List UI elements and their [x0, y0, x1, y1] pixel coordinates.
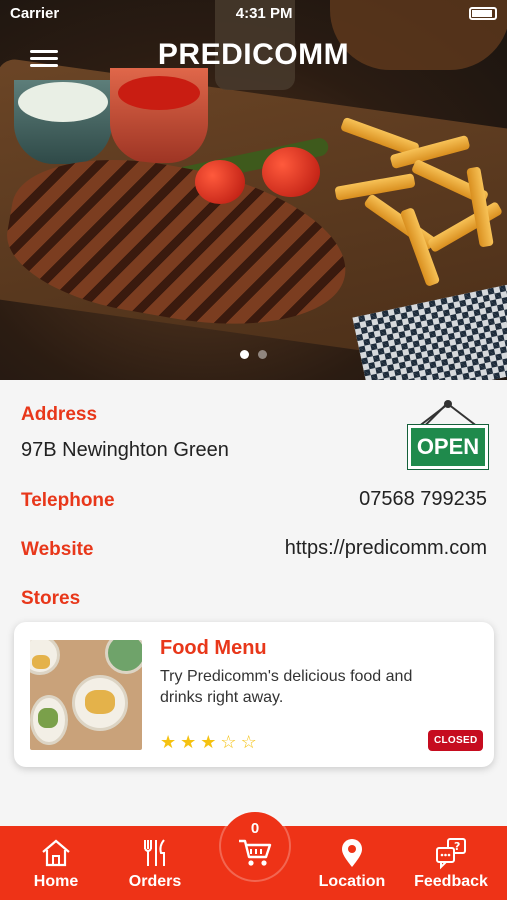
address-value: 97B Newinghton Green: [21, 439, 229, 461]
open-sign-label: OPEN: [407, 424, 489, 470]
clock-label: 4:31 PM: [235, 4, 293, 22]
star-filled-icon: ★: [160, 732, 177, 752]
star-filled-icon: ★: [180, 732, 197, 752]
website-label: Website: [21, 539, 94, 560]
tab-feedback-label: Feedback: [414, 873, 488, 890]
feedback-icon: ?: [436, 838, 466, 870]
tab-home[interactable]: Home: [11, 836, 101, 891]
tab-orders-label: Orders: [128, 873, 182, 890]
website-value[interactable]: https://predicomm.com: [285, 537, 487, 560]
store-card[interactable]: Food Menu Try Predicomm's delicious food…: [14, 622, 494, 767]
sauce-bowl-image: [14, 80, 112, 164]
rating-stars: ★ ★ ★ ☆ ☆: [160, 732, 257, 752]
cart-count: 0: [250, 820, 260, 837]
carousel-dot-2[interactable]: [258, 350, 267, 359]
tab-orders[interactable]: Orders: [110, 836, 200, 891]
location-pin-icon: [342, 839, 362, 867]
tomato-image: [195, 160, 245, 204]
cart-icon: [239, 839, 272, 866]
star-empty-icon: ☆: [220, 732, 237, 752]
open-sign: OPEN: [398, 385, 489, 470]
telephone-label: Telephone: [21, 490, 115, 511]
status-bar: Carrier 4:31 PM: [0, 0, 507, 26]
store-thumbnail: [30, 640, 142, 750]
status-badge: CLOSED: [428, 730, 484, 751]
fries-image: [330, 116, 507, 287]
tomato-image: [262, 147, 320, 197]
carousel-dot-1[interactable]: [240, 350, 249, 359]
carousel-dots: [0, 350, 507, 359]
tab-location[interactable]: Location: [307, 836, 397, 891]
star-filled-icon: ★: [200, 732, 217, 752]
store-description: Try Predicomm's delicious food and drink…: [160, 668, 413, 706]
stores-label: Stores: [21, 588, 81, 609]
tab-feedback[interactable]: ? Feedback: [406, 836, 496, 891]
address-label: Address: [21, 404, 98, 425]
app-title: PREDICOMM: [157, 38, 350, 71]
cutlery-icon: [144, 839, 165, 866]
ketchup-bowl-image: [110, 68, 208, 163]
cart-button[interactable]: 0: [221, 812, 289, 880]
carrier-label: Carrier: [10, 4, 60, 22]
telephone-value[interactable]: 07568 799235: [359, 488, 487, 511]
battery-icon: [469, 6, 497, 20]
star-empty-icon: ☆: [240, 732, 257, 752]
tab-home-label: Home: [33, 873, 79, 890]
store-title: Food Menu: [160, 637, 267, 659]
tab-location-label: Location: [318, 873, 386, 890]
home-icon: [42, 839, 70, 867]
